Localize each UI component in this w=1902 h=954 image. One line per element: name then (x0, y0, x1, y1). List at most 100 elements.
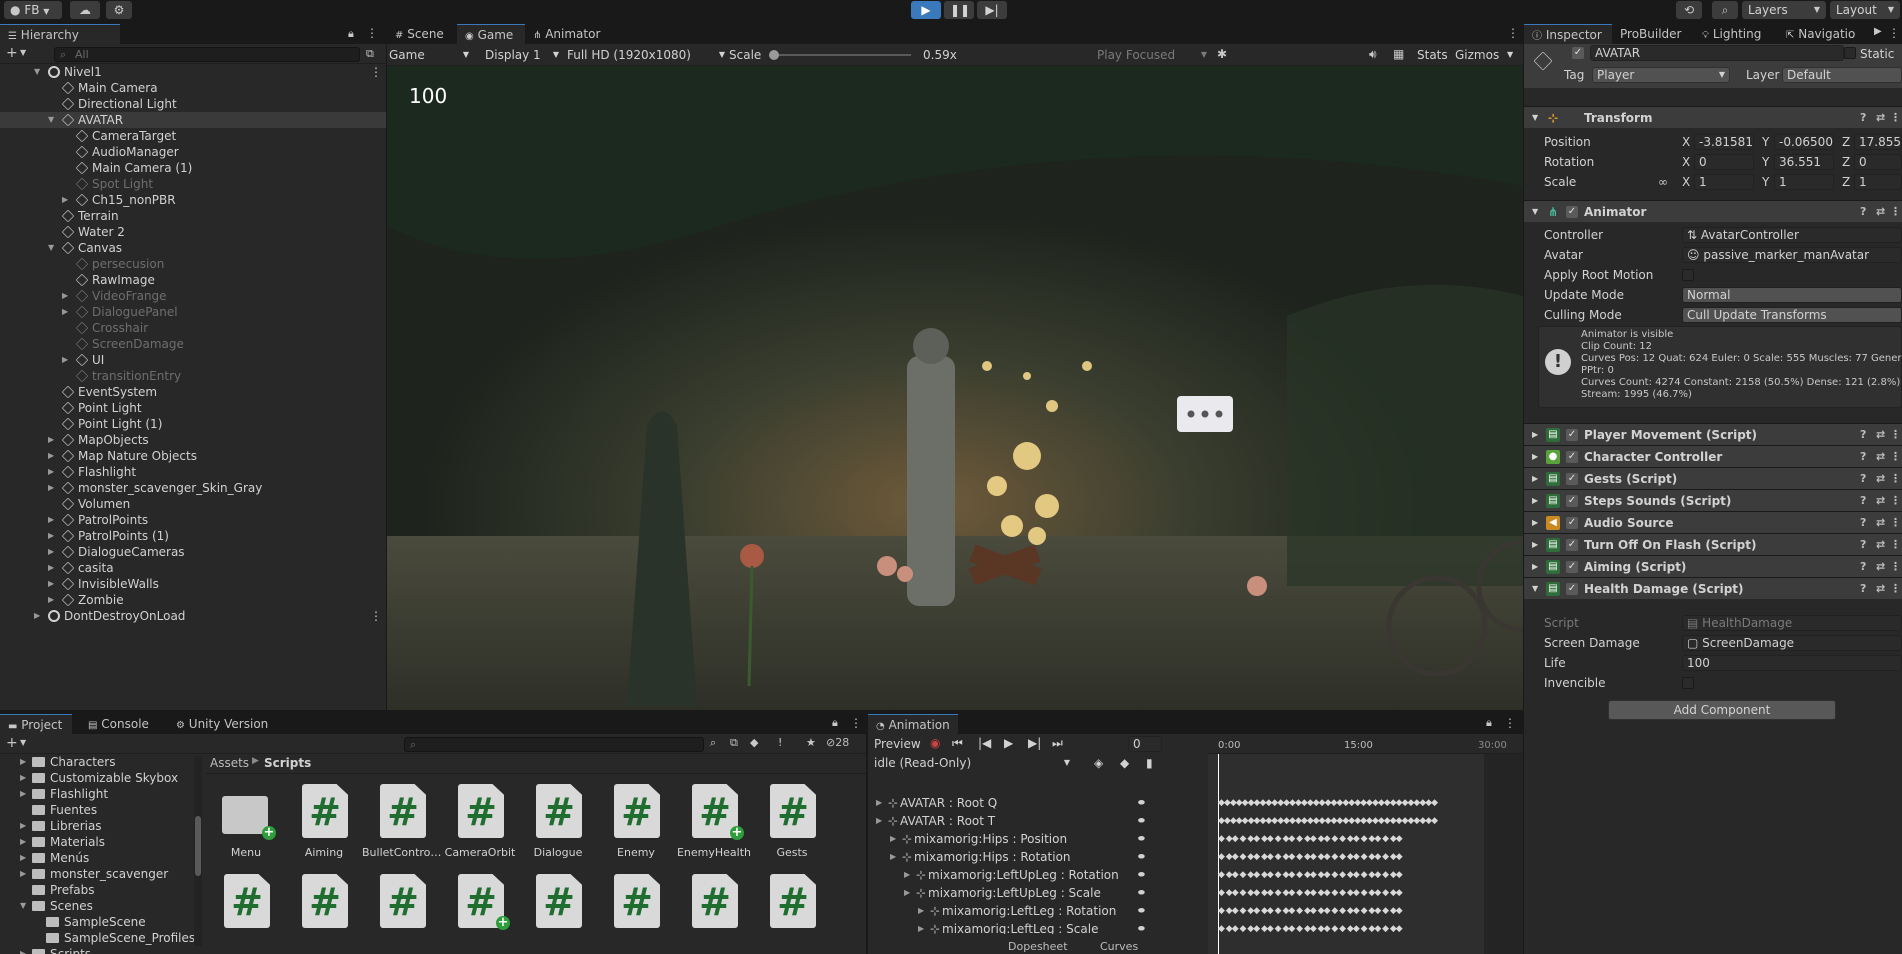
component-enabled-checkbox[interactable]: ✓ (1566, 429, 1578, 441)
more-options-icon[interactable]: ⋮ (1890, 556, 1901, 578)
chevron-right-icon[interactable]: ▶ (904, 866, 910, 884)
update-mode-dropdown[interactable]: Normal (1682, 287, 1902, 303)
hierarchy-row[interactable]: ScreenDamage (0, 336, 386, 352)
more-options-icon[interactable]: ⋮ (1890, 490, 1901, 512)
rotation-y-field[interactable]: 36.551 (1774, 154, 1834, 170)
stats-button[interactable]: Stats (1417, 46, 1448, 64)
animation-track[interactable]: ▶ ⊹ mixamorig:LeftUpLeg : Scale ⬬ (868, 884, 1168, 902)
rotation-z-field[interactable]: 0 (1854, 154, 1902, 170)
position-z-field[interactable]: 17.85543 (1854, 134, 1902, 150)
script-asset[interactable]: # CameraOrbit (440, 784, 520, 872)
label-filter-icon[interactable]: ◆ (750, 736, 758, 749)
help-icon[interactable]: ? (1860, 578, 1866, 600)
chevron-down-icon[interactable]: ▼ (48, 240, 54, 256)
track-options-icon[interactable]: ⬬ (1138, 920, 1145, 934)
hierarchy-row[interactable]: ▶ InvisibleWalls (0, 576, 386, 592)
chevron-right-icon[interactable]: ▶ (62, 288, 68, 304)
add-component-button[interactable]: Add Component (1608, 700, 1836, 720)
hierarchy-row[interactable]: ▶ casita (0, 560, 386, 576)
script-asset[interactable]: # Gests (752, 784, 832, 872)
add-event-icon[interactable]: ◆ (1120, 756, 1129, 770)
hierarchy-row[interactable]: ▶ DialogueCameras (0, 544, 386, 560)
lock-icon[interactable]: 🔒︎ (348, 27, 354, 41)
previous-keyframe-icon[interactable]: |◀ (978, 736, 991, 750)
folder-tree-item[interactable]: ▶ Characters (0, 754, 194, 770)
hierarchy-row[interactable]: ▼ Canvas (0, 240, 386, 256)
chevron-right-icon[interactable]: ▶ (48, 592, 54, 608)
track-keyframes[interactable]: ◆ ◆◆ ◆ ◆◆ ◆◆ ◆ ◆◆ ◆ ◆◆ ◆◆ ◆ ◆ ◆◆ ◆ ◆◆ ◆ … (1218, 830, 1480, 848)
script-asset[interactable]: # Enemy (596, 784, 676, 872)
hierarchy-row[interactable]: AudioManager (0, 144, 386, 160)
scale-y-field[interactable]: 1 (1774, 174, 1834, 190)
chevron-down-icon[interactable]: ▼ (20, 898, 26, 914)
animation-track[interactable]: ▶ ⊹ mixamorig:LeftLeg : Scale ⬬ (868, 920, 1168, 934)
presets-icon[interactable]: ⇄ (1876, 107, 1885, 129)
folder-tree-item[interactable]: ▶ monster_scavenger (0, 866, 194, 882)
chevron-right-icon[interactable]: ▶ (904, 884, 910, 902)
chevron-right-icon[interactable]: ▶ (1874, 26, 1882, 37)
hierarchy-row[interactable]: ▶ Map Nature Objects (0, 448, 386, 464)
chevron-right-icon[interactable]: ▶ (20, 866, 26, 882)
folder-tree-scrollbar[interactable] (194, 756, 202, 946)
lock-icon[interactable]: 🔒︎ (832, 716, 838, 730)
track-keyframes[interactable]: ◆ ◆◆ ◆ ◆◆ ◆◆ ◆ ◆◆ ◆ ◆◆ ◆◆ ◆ ◆ ◆◆ ◆ ◆◆ ◆ … (1218, 902, 1480, 920)
static-checkbox[interactable] (1844, 47, 1856, 59)
search-button[interactable]: ⌕ (1712, 1, 1738, 19)
help-icon[interactable]: ? (1860, 446, 1866, 468)
more-options-icon[interactable]: ⋮ (850, 716, 862, 730)
presets-icon[interactable]: ⇄ (1876, 468, 1885, 490)
chevron-right-icon[interactable]: ▶ (20, 834, 26, 850)
tab-console[interactable]: ▤ Console (80, 714, 162, 734)
chevron-right-icon[interactable]: ▶ (20, 754, 26, 770)
rotation-x-field[interactable]: 0 (1694, 154, 1754, 170)
more-options-icon[interactable]: ⋮ (1890, 107, 1901, 129)
chevron-right-icon[interactable]: ▶ (48, 512, 54, 528)
tab-inspector[interactable]: ⓘ Inspector (1524, 24, 1612, 44)
animation-track[interactable]: ▶ ⊹ AVATAR : Root Q ⬬ (868, 794, 1168, 812)
lock-icon[interactable]: 🔒︎ (1486, 716, 1492, 730)
play-button[interactable]: ▶ (911, 1, 941, 19)
tab-game[interactable]: ◉ Game (457, 24, 525, 44)
hierarchy-row[interactable]: ▶ MapObjects (0, 432, 386, 448)
chevron-right-icon[interactable]: ▶ (20, 786, 26, 802)
hierarchy-row[interactable]: ▶ Flashlight (0, 464, 386, 480)
chevron-down-icon[interactable]: ▼ (34, 64, 40, 80)
tab-navigation[interactable]: ⇱ Navigatio (1778, 24, 1874, 44)
tab-version-control[interactable]: ⚙ Unity Version Control (168, 714, 318, 753)
first-keyframe-icon[interactable]: ⏮ (952, 736, 963, 751)
hierarchy-row[interactable]: EventSystem (0, 384, 386, 400)
more-options-icon[interactable]: ⋮ (1888, 26, 1900, 40)
hierarchy-row[interactable]: Water 2 (0, 224, 386, 240)
project-search-input[interactable]: ⌕ (404, 737, 704, 752)
help-icon[interactable]: ? (1860, 107, 1866, 129)
error-filter-icon[interactable]: ! (778, 736, 782, 749)
animator-header[interactable]: ▼ ⋔ ✓ Animator ? ⇄ ⋮ (1524, 200, 1902, 222)
clip-dropdown[interactable]: idle (Read-Only) ▼ (870, 756, 1074, 772)
component-header[interactable]: ▶ ▤ ✓ Turn Off On Flash (Script)? ⇄ ⋮ (1524, 533, 1902, 555)
script-asset[interactable]: # Dialogue (518, 784, 598, 872)
gizmos-button[interactable]: Gizmos (1455, 46, 1499, 64)
position-x-field[interactable]: -3.815815 (1694, 134, 1754, 150)
script-asset[interactable]: # BulletController (362, 784, 442, 872)
folder-tree-item[interactable]: ▶ Materials (0, 834, 194, 850)
dopesheet-tab[interactable]: Dopesheet (1008, 940, 1068, 953)
presets-icon[interactable]: ⇄ (1876, 578, 1885, 600)
more-options-icon[interactable]: ⋮ (370, 64, 382, 80)
chevron-right-icon[interactable]: ▶ (48, 448, 54, 464)
more-options-icon[interactable]: ⋮ (1507, 26, 1519, 40)
script-asset[interactable]: # Aiming (284, 784, 364, 872)
undo-history-button[interactable]: ⟲ (1676, 1, 1702, 19)
layers-dropdown[interactable]: Layers ▼ (1742, 1, 1826, 19)
track-keyframes[interactable]: ◆◆◆◆◆◆◆◆◆◆◆◆◆◆◆◆◆◆◆◆◆◆◆◆◆◆◆◆◆◆◆◆◆◆◆◆◆ (1218, 812, 1480, 830)
folder-tree-item[interactable]: ▶ Flashlight (0, 786, 194, 802)
object-name-field[interactable]: AVATAR (1590, 45, 1844, 61)
next-keyframe-icon[interactable]: ▶| (1028, 736, 1041, 750)
tab-scene[interactable]: # Scene (387, 24, 457, 44)
help-icon[interactable]: ? (1860, 556, 1866, 578)
folder-tree-item[interactable]: ▶ Menús (0, 850, 194, 866)
hierarchy-row[interactable]: CameraTarget (0, 128, 386, 144)
hierarchy-row[interactable]: ▶ Ch15_nonPBR (0, 192, 386, 208)
chevron-right-icon[interactable]: ▶ (890, 830, 896, 848)
audio-icon[interactable]: 🔊︎ (1369, 47, 1377, 62)
type-filter-icon[interactable]: ⧉ (730, 736, 738, 750)
